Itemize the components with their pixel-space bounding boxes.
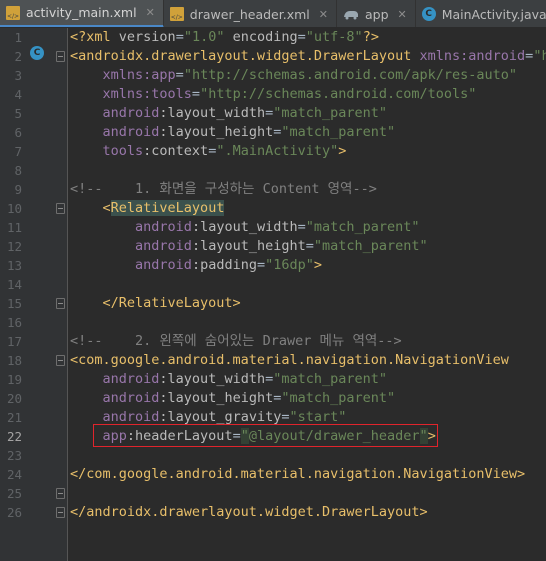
code-line-4: xmlns:tools="http://schemas.android.com/… (102, 86, 477, 102)
line-number: 6 (14, 125, 22, 140)
code-line-24: </com.google.android.material.navigation… (70, 466, 526, 482)
tab-mainactivity-java[interactable]: C MainActivity.java ✕ (416, 0, 546, 27)
line-number: 24 (6, 467, 22, 482)
line-number: 3 (14, 68, 22, 83)
code-line-20: android:layout_height="match_parent" (102, 390, 396, 406)
code-line-2: <androidx.drawerlayout.widget.DrawerLayo… (70, 48, 546, 64)
tab-activity-main-xml[interactable]: activity_main.xml ✕ (0, 0, 164, 27)
line-number: 5 (14, 106, 22, 121)
class-gutter-icon[interactable]: C (30, 46, 44, 60)
code-line-5: android:layout_width="match_parent" (102, 105, 388, 121)
code-editor[interactable]: <?xml version="1.0" encoding="utf-8"?> <… (68, 28, 546, 561)
code-line-12: android:layout_height="match_parent" (135, 238, 428, 254)
line-number: 23 (6, 448, 22, 463)
tab-label: app (364, 6, 389, 22)
line-number: 16 (6, 315, 22, 330)
line-number: 25 (6, 486, 22, 501)
tab-label: drawer_header.xml (189, 6, 310, 22)
tab-label: MainActivity.java (441, 6, 546, 22)
line-number: 17 (6, 334, 22, 349)
line-number: 10 (6, 201, 22, 216)
xml-file-icon (169, 7, 184, 21)
code-line-6: android:layout_height="match_parent" (102, 124, 396, 140)
line-number: 9 (14, 182, 22, 197)
line-number: 15 (6, 296, 22, 311)
line-number: 1 (14, 30, 22, 45)
line-number: 18 (6, 353, 22, 368)
line-number: 7 (14, 144, 22, 159)
code-line-18: <com.google.android.material.navigation.… (70, 352, 509, 368)
editor-gutter: 1 2 3 4 5 6 7 8 9 10 11 12 13 14 15 16 1… (0, 28, 68, 561)
fold-toggle-icon[interactable] (56, 51, 65, 62)
android-module-icon (343, 11, 358, 20)
tab-label: activity_main.xml (26, 5, 137, 20)
line-number: 13 (6, 258, 22, 273)
tab-drawer-header-xml[interactable]: drawer_header.xml ✕ (164, 0, 337, 27)
close-icon[interactable]: ✕ (398, 8, 407, 21)
code-line-11: android:layout_width="match_parent" (135, 219, 420, 235)
code-line-10: <RelativeLayout (102, 200, 225, 216)
code-line-1: <?xml version="1.0" encoding="utf-8"?> (70, 29, 379, 45)
line-number: 19 (6, 372, 22, 387)
fold-toggle-icon[interactable] (56, 488, 65, 499)
line-number-current: 22 (6, 429, 22, 444)
tab-app[interactable]: app ✕ (337, 0, 416, 27)
fold-toggle-icon[interactable] (56, 355, 65, 366)
fold-toggle-icon[interactable] (56, 298, 65, 309)
code-line-15: </RelativeLayout> (102, 295, 241, 311)
line-number: 8 (14, 163, 22, 178)
line-number: 14 (6, 277, 22, 292)
line-number: 11 (6, 220, 22, 235)
editor-tab-bar: activity_main.xml ✕ drawer_header.xml ✕ … (0, 0, 546, 28)
line-number: 4 (14, 87, 22, 102)
xml-file-icon (6, 5, 20, 20)
code-line-9-comment: <!-- 1. 화면을 구성하는 Content 영역--> (70, 181, 377, 197)
java-class-icon: C (421, 7, 436, 21)
fold-toggle-icon[interactable] (56, 203, 65, 214)
code-line-26: </androidx.drawerlayout.widget.DrawerLay… (70, 504, 428, 520)
code-line-13: android:padding="16dp"> (135, 257, 323, 273)
code-line-19: android:layout_width="match_parent" (102, 371, 388, 387)
line-number: 20 (6, 391, 22, 406)
close-icon[interactable]: ✕ (146, 6, 155, 19)
fold-toggle-icon[interactable] (56, 507, 65, 518)
line-number: 12 (6, 239, 22, 254)
line-number: 21 (6, 410, 22, 425)
close-icon[interactable]: ✕ (319, 8, 328, 21)
code-line-3: xmlns:app="http://schemas.android.com/ap… (102, 67, 518, 83)
highlight-annotation-box (93, 424, 438, 447)
code-line-17-comment: <!-- 2. 왼쪽에 숨어있는 Drawer 메뉴 역역--> (70, 333, 402, 349)
line-number: 26 (6, 505, 22, 520)
code-line-7: tools:context=".MainActivity"> (102, 143, 347, 159)
line-number: 2 (14, 49, 22, 64)
